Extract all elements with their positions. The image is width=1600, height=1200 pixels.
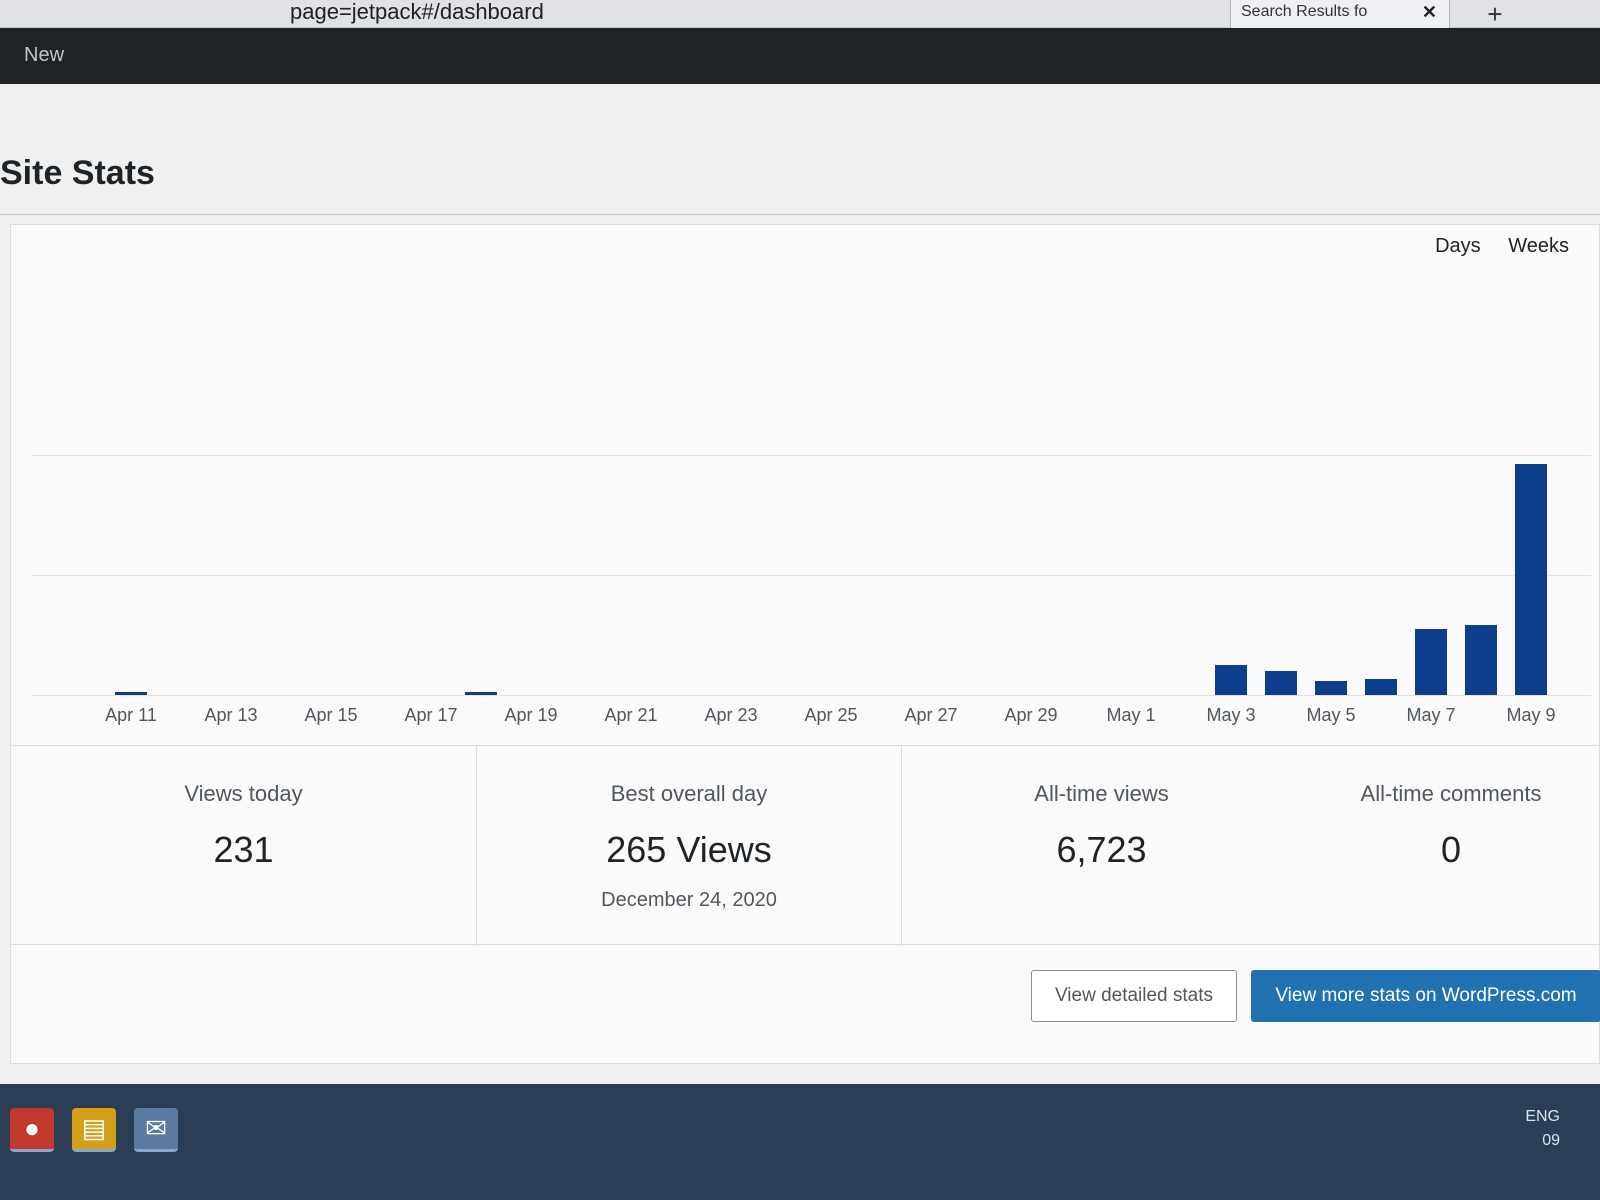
chart-x-tick-label: Apr 23 xyxy=(704,705,758,725)
stat-value: 231 xyxy=(213,829,274,870)
address-bar-url[interactable]: page=jetpack#/dashboard xyxy=(290,0,544,24)
main-content: Site Stats Days Weeks Apr 11 Apr 13 Apr 15… xyxy=(0,84,1600,1084)
chart-bar[interactable] xyxy=(1365,679,1397,695)
stat-views-today: Views today 231 xyxy=(11,746,476,946)
stat-date: December 24, 2020 xyxy=(601,889,777,911)
title-divider xyxy=(0,214,1600,215)
range-days-tab[interactable]: Days xyxy=(1435,235,1481,257)
chart-x-tick-label: Apr 15 xyxy=(304,705,358,725)
stat-best-day: Best overall day 265 Views December 24, … xyxy=(476,746,901,946)
browser-tab[interactable]: Search Results fo ✕ xyxy=(1230,0,1450,28)
range-weeks-tab[interactable]: Weeks xyxy=(1508,235,1569,257)
stat-label: All-time comments xyxy=(1360,781,1542,806)
new-tab-button[interactable]: + xyxy=(1475,0,1515,28)
admin-bar-new-link[interactable]: New xyxy=(24,44,64,67)
chart-x-tick-label: May 9 xyxy=(1506,705,1556,725)
mail-icon[interactable]: ✉ xyxy=(134,1108,178,1152)
stat-all-time-comments: All-time comments 0 xyxy=(1301,746,1600,946)
wp-admin-bar: New xyxy=(0,28,1600,84)
chart-x-tick-label: May 5 xyxy=(1306,705,1356,725)
chart-x-tick-label: Apr 27 xyxy=(904,705,958,725)
stats-card: Days Weeks Apr 11 Apr 13 Apr 15 Apr 17 Apr 1… xyxy=(10,224,1600,1064)
stat-value: 265 Views xyxy=(606,829,772,870)
clock[interactable]: 09 xyxy=(1525,1132,1560,1150)
language-indicator[interactable]: ENG xyxy=(1525,1108,1560,1126)
file-explorer-icon[interactable]: ▤ xyxy=(72,1108,116,1152)
windows-taskbar: ● ▤ ✉ ENG 09 xyxy=(0,1084,1600,1200)
chart-x-tick-label: May 1 xyxy=(1106,705,1156,725)
chart-bar[interactable] xyxy=(1265,671,1297,695)
stat-label: All-time views xyxy=(1034,781,1169,806)
page-title: Site Stats xyxy=(0,154,155,192)
stat-value: 6,723 xyxy=(1056,829,1147,870)
view-detailed-stats-button[interactable]: View detailed stats xyxy=(1031,970,1237,1022)
stat-all-time-views: All-time views 6,723 xyxy=(901,746,1301,946)
close-tab-icon[interactable]: ✕ xyxy=(1422,2,1437,23)
chart-gridline xyxy=(31,575,1591,576)
chart-gridline xyxy=(31,455,1591,456)
views-bar-chart: Apr 11 Apr 13 Apr 15 Apr 17 Apr 19 Apr 21 Apr … xyxy=(11,285,1600,725)
chart-bar[interactable] xyxy=(1315,681,1347,695)
chart-gridline xyxy=(31,695,1591,696)
chart-x-tick-label: Apr 13 xyxy=(204,705,258,725)
chart-x-tick-label: May 7 xyxy=(1406,705,1456,725)
stats-summary-row: Views today 231 Best overall day 265 Vie… xyxy=(11,745,1600,946)
browser-tab-strip: page=jetpack#/dashboard Search Results f… xyxy=(0,0,1600,28)
system-tray: ENG 09 xyxy=(1525,1104,1560,1150)
stat-label: Views today xyxy=(184,781,303,806)
chart-bar[interactable] xyxy=(1415,629,1447,695)
chrome-icon[interactable]: ● xyxy=(10,1108,54,1152)
range-toggle: Days Weeks xyxy=(1413,235,1569,258)
chart-x-tick-label: Apr 11 xyxy=(105,705,157,725)
chart-bar[interactable] xyxy=(115,692,147,695)
chart-x-tick-label: May 3 xyxy=(1206,705,1256,725)
chart-x-tick-label: Apr 25 xyxy=(804,705,858,725)
chart-x-tick-label: Apr 19 xyxy=(504,705,558,725)
view-wpcom-stats-button[interactable]: View more stats on WordPress.com xyxy=(1251,970,1600,1022)
chart-x-tick-label: Apr 17 xyxy=(404,705,458,725)
chart-bar[interactable] xyxy=(1515,464,1547,695)
browser-tab-title: Search Results fo xyxy=(1241,3,1368,20)
chart-x-tick-label: Apr 21 xyxy=(604,705,658,725)
stat-value: 0 xyxy=(1440,829,1462,870)
chart-bar[interactable] xyxy=(1215,665,1247,695)
stat-label: Best overall day xyxy=(610,781,768,806)
chart-bar[interactable] xyxy=(465,692,497,695)
chart-bar[interactable] xyxy=(1465,625,1497,695)
chart-x-tick-label: Apr 29 xyxy=(1004,705,1058,725)
